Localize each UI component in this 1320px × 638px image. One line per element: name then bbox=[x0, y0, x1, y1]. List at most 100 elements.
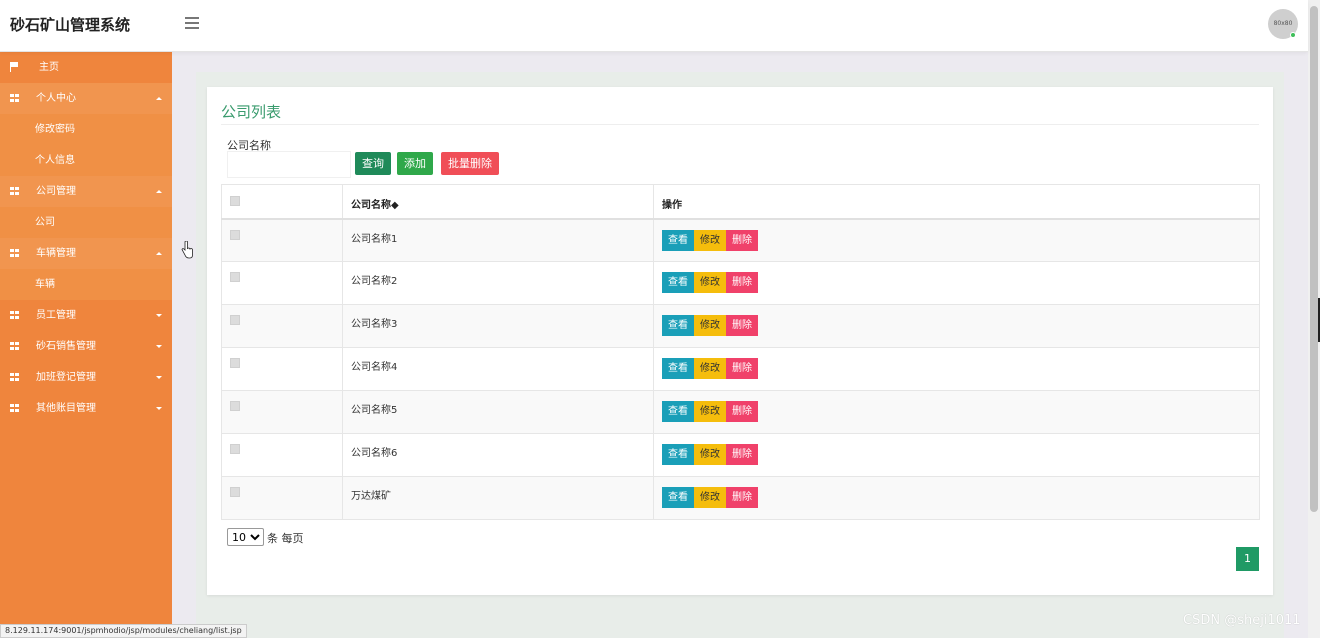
grid-icon bbox=[10, 249, 19, 257]
sidebar-group-label: 砂石销售管理 bbox=[36, 341, 96, 352]
batch-delete-button[interactable]: 批量删除 bbox=[441, 152, 499, 175]
company-list-card: 公司列表 公司名称 查询 添加 批量删除 公司名称◆ 操作 公司名称1 查看 修改… bbox=[207, 87, 1273, 595]
table-row: 万达煤矿 查看 修改 删除 bbox=[221, 476, 1260, 520]
sidebar-group-company-management[interactable]: 公司管理 bbox=[0, 176, 172, 207]
sidebar-group-label: 加班登记管理 bbox=[36, 372, 96, 383]
edit-button[interactable]: 修改 bbox=[694, 272, 726, 293]
select-all-header bbox=[221, 184, 343, 220]
sidebar: 主页 个人中心 修改密码 个人信息 公司管理 公司 车辆管理 车辆 员工管理 砂… bbox=[0, 52, 172, 638]
grid-icon bbox=[10, 342, 19, 350]
row-checkbox[interactable] bbox=[230, 358, 240, 368]
view-button[interactable]: 查看 bbox=[662, 487, 694, 508]
sidebar-group-sand-sales-management[interactable]: 砂石销售管理 bbox=[0, 331, 172, 362]
sidebar-group-label: 车辆管理 bbox=[36, 248, 76, 259]
delete-button[interactable]: 删除 bbox=[726, 487, 758, 508]
caret-up-icon bbox=[156, 252, 162, 255]
sidebar-group-label: 其他账目管理 bbox=[36, 403, 96, 414]
delete-button[interactable]: 删除 bbox=[726, 315, 758, 336]
watermark: CSDN @sheji1011 bbox=[1183, 613, 1301, 628]
title-divider bbox=[221, 124, 1259, 125]
sidebar-group-vehicle-management[interactable]: 车辆管理 bbox=[0, 238, 172, 269]
table-row: 公司名称5 查看 修改 删除 bbox=[221, 390, 1260, 434]
company-name-cell: 公司名称3 bbox=[342, 304, 654, 348]
grid-icon bbox=[10, 311, 19, 319]
view-button[interactable]: 查看 bbox=[662, 272, 694, 293]
caret-down-icon bbox=[156, 376, 162, 379]
sidebar-item-label: 车辆 bbox=[35, 279, 55, 290]
view-button[interactable]: 查看 bbox=[662, 358, 694, 379]
table-header-row: 公司名称◆ 操作 bbox=[221, 184, 1260, 220]
caret-down-icon bbox=[156, 345, 162, 348]
column-header-actions: 操作 bbox=[653, 184, 1260, 220]
edit-button[interactable]: 修改 bbox=[694, 358, 726, 379]
column-header-company-name[interactable]: 公司名称◆ bbox=[342, 184, 654, 220]
table-row: 公司名称6 查看 修改 删除 bbox=[221, 433, 1260, 477]
row-checkbox[interactable] bbox=[230, 272, 240, 282]
edit-button[interactable]: 修改 bbox=[694, 229, 726, 251]
top-header: 砂石矿山管理系统 80x80 bbox=[0, 0, 1308, 52]
sidebar-group-label: 个人中心 bbox=[36, 93, 76, 104]
page-size-label: 条 每页 bbox=[267, 532, 304, 545]
sidebar-group-other-accounts-management[interactable]: 其他账目管理 bbox=[0, 393, 172, 424]
menu-toggle-icon[interactable] bbox=[185, 17, 199, 29]
sidebar-item-home[interactable]: 主页 bbox=[0, 52, 172, 83]
sidebar-item-personal-info[interactable]: 个人信息 bbox=[0, 145, 172, 176]
query-button[interactable]: 查询 bbox=[355, 152, 391, 175]
company-name-cell: 公司名称2 bbox=[342, 261, 654, 305]
sidebar-group-label: 员工管理 bbox=[36, 310, 76, 321]
sidebar-item-label: 个人信息 bbox=[35, 155, 75, 166]
company-name-cell: 公司名称6 bbox=[342, 433, 654, 477]
row-checkbox[interactable] bbox=[230, 487, 240, 497]
flag-icon bbox=[10, 62, 19, 72]
page-size-select[interactable]: 10 bbox=[227, 528, 264, 546]
sidebar-group-personal-center[interactable]: 个人中心 bbox=[0, 83, 172, 114]
company-table: 公司名称◆ 操作 公司名称1 查看 修改 删除 公司名称2 查看 修改 删除 公司名称3… bbox=[221, 184, 1260, 520]
sidebar-group-employee-management[interactable]: 员工管理 bbox=[0, 300, 172, 331]
table-row: 公司名称4 查看 修改 删除 bbox=[221, 347, 1260, 391]
edit-button[interactable]: 修改 bbox=[694, 444, 726, 465]
pagination-page-button[interactable]: 1 bbox=[1236, 547, 1259, 571]
avatar-placeholder-text: 80x80 bbox=[1273, 20, 1293, 27]
delete-button[interactable]: 删除 bbox=[726, 272, 758, 293]
app-title: 砂石矿山管理系统 bbox=[10, 16, 131, 34]
delete-button[interactable]: 删除 bbox=[726, 444, 758, 465]
edit-button[interactable]: 修改 bbox=[694, 487, 726, 508]
select-all-checkbox[interactable] bbox=[230, 196, 240, 206]
table-row: 公司名称3 查看 修改 删除 bbox=[221, 304, 1260, 348]
company-name-search-input[interactable] bbox=[227, 151, 351, 178]
caret-down-icon bbox=[156, 314, 162, 317]
delete-button[interactable]: 删除 bbox=[726, 401, 758, 422]
scrollbar-thumb[interactable] bbox=[1310, 6, 1318, 512]
table-row: 公司名称1 查看 修改 删除 bbox=[221, 218, 1260, 262]
add-button[interactable]: 添加 bbox=[397, 152, 433, 175]
caret-down-icon bbox=[156, 407, 162, 410]
row-checkbox[interactable] bbox=[230, 315, 240, 325]
company-name-cell: 公司名称4 bbox=[342, 347, 654, 391]
sidebar-group-label: 公司管理 bbox=[36, 186, 76, 197]
sidebar-group-overtime-management[interactable]: 加班登记管理 bbox=[0, 362, 172, 393]
sidebar-item-label: 修改密码 bbox=[35, 124, 75, 135]
sidebar-item-vehicle[interactable]: 车辆 bbox=[0, 269, 172, 300]
row-checkbox[interactable] bbox=[230, 401, 240, 411]
grid-icon bbox=[10, 404, 19, 412]
grid-icon bbox=[10, 373, 19, 381]
view-button[interactable]: 查看 bbox=[662, 444, 694, 465]
hand-cursor-icon bbox=[181, 241, 193, 259]
company-name-cell: 公司名称5 bbox=[342, 390, 654, 434]
grid-icon bbox=[10, 187, 19, 195]
delete-button[interactable]: 删除 bbox=[726, 358, 758, 379]
edit-button[interactable]: 修改 bbox=[694, 315, 726, 336]
sidebar-item-label: 主页 bbox=[39, 62, 59, 73]
company-name-cell: 万达煤矿 bbox=[342, 476, 654, 520]
view-button[interactable]: 查看 bbox=[662, 401, 694, 422]
sidebar-item-company[interactable]: 公司 bbox=[0, 207, 172, 238]
status-bar-url: 8.129.11.174:9001/jspmhodio/jsp/modules/… bbox=[0, 624, 247, 638]
row-checkbox[interactable] bbox=[230, 229, 240, 240]
delete-button[interactable]: 删除 bbox=[726, 229, 758, 251]
view-button[interactable]: 查看 bbox=[662, 229, 694, 251]
edit-button[interactable]: 修改 bbox=[694, 401, 726, 422]
avatar[interactable]: 80x80 bbox=[1268, 9, 1298, 39]
row-checkbox[interactable] bbox=[230, 444, 240, 454]
view-button[interactable]: 查看 bbox=[662, 315, 694, 336]
sidebar-item-change-password[interactable]: 修改密码 bbox=[0, 114, 172, 145]
